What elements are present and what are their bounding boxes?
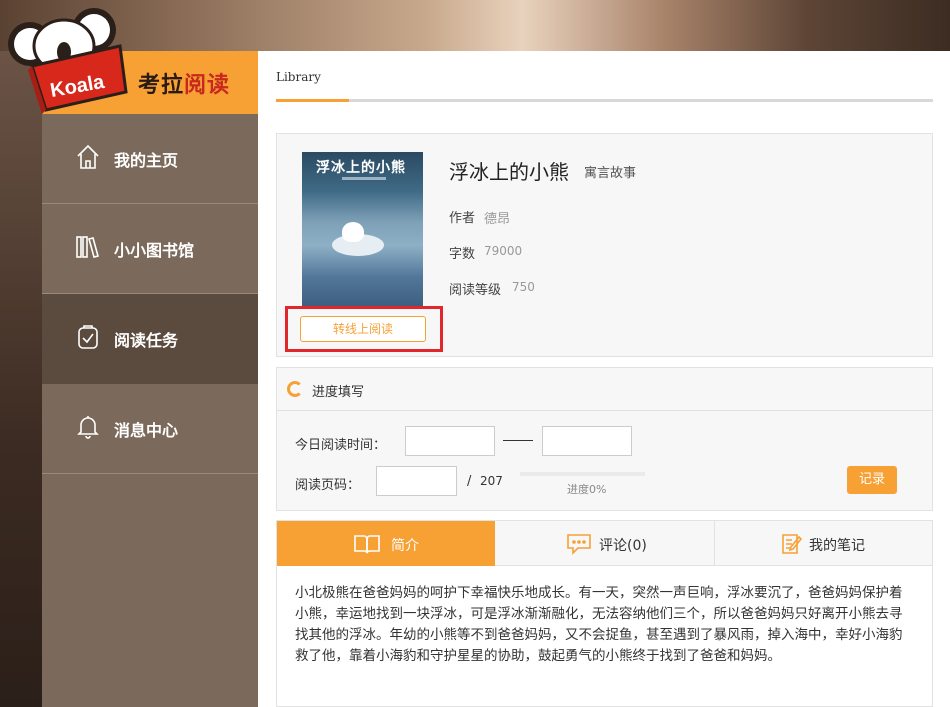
brand-name: 考拉阅读: [138, 67, 230, 99]
reading-time-label: 今日阅读时间：: [295, 438, 387, 453]
cover-title: 浮冰上的小熊: [316, 160, 406, 176]
sidebar-item-home[interactable]: 我的主页: [42, 114, 258, 204]
sidebar-item-label: 我的主页: [114, 151, 179, 170]
sidebar-item-reading-tasks[interactable]: 阅读任务: [42, 294, 258, 384]
note-icon: [782, 534, 803, 554]
tab-intro[interactable]: 简介: [277, 521, 495, 566]
page-separator: /: [467, 474, 472, 489]
progress-bar: [520, 472, 645, 476]
sidebar-item-library[interactable]: 小小图书馆: [42, 204, 258, 294]
book-intro-text: 小北极熊在爸爸妈妈的呵护下幸福快乐地成长。有一天，突然一声巨响，浮冰要沉了，爸爸…: [295, 585, 903, 664]
progress-title: 进度填写: [312, 385, 365, 400]
record-button[interactable]: 记录: [847, 466, 897, 494]
author-value: 德昂: [484, 212, 511, 227]
read-online-highlight: 转线上阅读: [285, 306, 443, 352]
level-value: 750: [512, 280, 535, 294]
main-content: Library 浮冰上的小熊 转线上阅读 浮冰上的小熊 寓言故事 作者 德昂 字…: [258, 51, 950, 707]
comment-icon: [567, 534, 591, 555]
tab-label: 简介: [391, 538, 419, 554]
book-cover[interactable]: 浮冰上的小熊: [302, 152, 423, 308]
brand-name-part1: 考拉: [138, 73, 185, 98]
progress-spinner-icon: [287, 381, 303, 397]
tab-label: 评论(0): [599, 538, 647, 554]
sidebar-item-label: 小小图书馆: [114, 241, 195, 260]
level-label: 阅读等级: [449, 283, 502, 298]
words-label: 字数: [449, 247, 476, 262]
background-top: [0, 0, 950, 51]
tab-comments[interactable]: 评论(0): [495, 521, 714, 566]
tab-underline: [276, 99, 933, 102]
sidebar-item-label: 消息中心: [114, 421, 179, 440]
tab-my-notes[interactable]: 我的笔记: [715, 521, 932, 566]
author-label: 作者: [449, 211, 476, 226]
reading-time-start-input[interactable]: [405, 426, 495, 456]
cover-bear: [342, 222, 364, 242]
book-category: 寓言故事: [584, 166, 637, 181]
task-icon: [78, 325, 98, 349]
tab-library[interactable]: Library: [276, 70, 321, 84]
divider: [277, 410, 932, 411]
words-value: 79000: [484, 244, 523, 258]
open-book-icon: [354, 535, 380, 554]
tab-label: 我的笔记: [809, 538, 865, 554]
tab-bar: 简介 评论(0) 我的笔记: [277, 521, 932, 566]
home-icon: [77, 144, 99, 169]
book-info-panel: 浮冰上的小熊 转线上阅读 浮冰上的小熊 寓言故事 作者 德昂 字数 79000 …: [276, 133, 933, 357]
bell-icon: [77, 416, 99, 439]
progress-panel: 进度填写 今日阅读时间： 阅读页码： / 207 进度0% 记录: [276, 367, 933, 511]
koala-logo-icon[interactable]: Koala: [2, 6, 132, 114]
total-pages: 207: [480, 474, 503, 488]
detail-tabs-panel: 简介 评论(0) 我的笔记 小北极熊在爸爸妈妈的呵护下幸福快乐地成长。有一天，突…: [276, 520, 933, 707]
progress-text: 进度0%: [567, 483, 607, 496]
page-number-input[interactable]: [376, 466, 457, 496]
brand-name-part2: 阅读: [184, 73, 231, 98]
cover-subtitle-line: [342, 177, 386, 180]
tab-underline-active: [276, 99, 349, 102]
reading-time-end-input[interactable]: [542, 426, 632, 456]
read-online-button[interactable]: 转线上阅读: [300, 316, 426, 342]
books-icon: [76, 236, 99, 258]
sidebar-item-messages[interactable]: 消息中心: [42, 384, 258, 474]
sidebar: 我的主页 小小图书馆 阅读任务 消息中心: [42, 114, 258, 707]
sidebar-item-label: 阅读任务: [114, 331, 179, 350]
book-title: 浮冰上的小熊: [449, 160, 569, 184]
page-number-label: 阅读页码：: [295, 478, 361, 493]
background-left: [0, 51, 42, 707]
time-range-dash: [503, 440, 533, 441]
